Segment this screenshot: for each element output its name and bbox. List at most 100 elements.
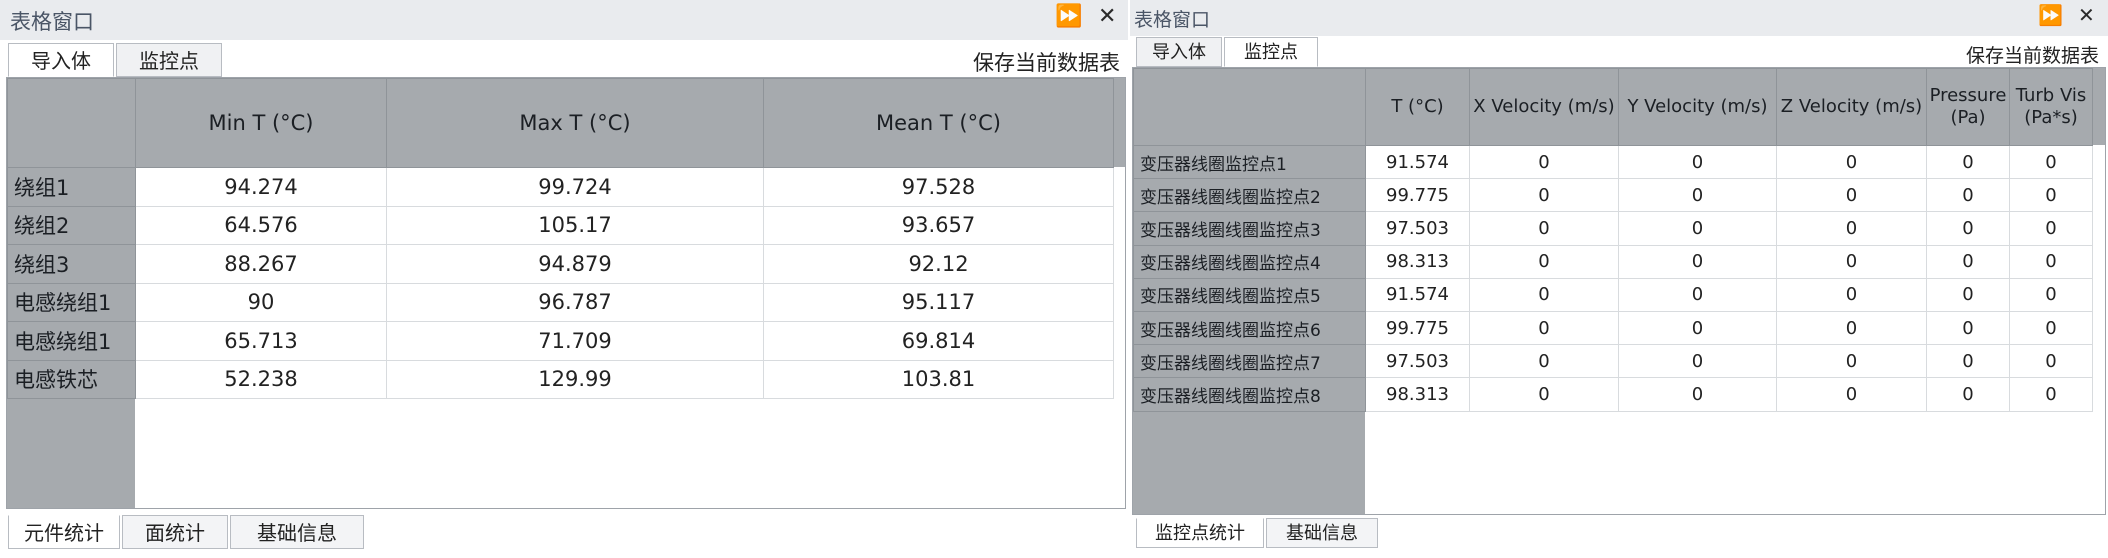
table-row[interactable]: 电感铁芯 52.238 129.99 103.81: [7, 359, 1114, 399]
tab-monitor-points[interactable]: 监控点: [116, 43, 222, 77]
table-cell[interactable]: 99.775: [1365, 178, 1470, 213]
table-row[interactable]: 变压器线圈线圈监控点3 97.503 0 0 0 0 0: [1133, 211, 2093, 246]
table-cell[interactable]: 0: [1926, 211, 2010, 246]
row-header[interactable]: 绕组3: [7, 244, 136, 284]
table-cell[interactable]: 98.313: [1365, 244, 1470, 279]
column-header-pressure[interactable]: Pressure (Pa): [1926, 68, 2010, 146]
table-cell[interactable]: 0: [2009, 377, 2093, 412]
table-cell[interactable]: 0: [2009, 211, 2093, 246]
table-cell[interactable]: 0: [1776, 377, 1927, 412]
table-cell[interactable]: 0: [1776, 310, 1927, 346]
table-cell[interactable]: 0: [1469, 211, 1619, 246]
table-row[interactable]: 绕组3 88.267 94.879 92.12: [7, 244, 1114, 284]
table-cell[interactable]: 0: [2009, 244, 2093, 279]
close-icon[interactable]: ✕: [1098, 4, 1116, 29]
table-cell[interactable]: 97.503: [1365, 211, 1470, 246]
column-header-min-t[interactable]: Min T (°C): [135, 78, 387, 168]
table-cell[interactable]: 64.576: [135, 205, 387, 245]
row-header[interactable]: 变压器线圈线圈监控点2: [1133, 178, 1366, 213]
table-row[interactable]: 变压器线圈线圈监控点6 99.775 0 0 0 0 0: [1133, 310, 2093, 346]
table-cell[interactable]: 0: [1618, 244, 1777, 279]
table-cell[interactable]: 0: [1469, 377, 1619, 412]
table-cell[interactable]: 65.713: [135, 321, 387, 361]
table-row[interactable]: 变压器线圈线圈监控点2 99.775 0 0 0 0 0: [1133, 178, 2093, 213]
table-cell[interactable]: 0: [1618, 310, 1777, 346]
table-cell[interactable]: 69.814: [763, 321, 1114, 361]
table-cell[interactable]: 95.117: [763, 282, 1114, 322]
table-cell[interactable]: 0: [1618, 211, 1777, 246]
table-row[interactable]: 变压器线圈线圈监控点4 98.313 0 0 0 0 0: [1133, 244, 2093, 279]
table-cell[interactable]: 94.274: [135, 167, 387, 207]
table-cell[interactable]: 91.574: [1365, 144, 1470, 180]
row-header[interactable]: 电感绕组1: [7, 321, 136, 361]
table-cell[interactable]: 0: [1926, 178, 2010, 213]
column-header-turb-vis[interactable]: Turb Vis (Pa*s): [2009, 68, 2093, 146]
table-cell[interactable]: 0: [1776, 178, 1927, 213]
table-cell[interactable]: 0: [1926, 244, 2010, 279]
table-cell[interactable]: 0: [1469, 344, 1619, 379]
row-header[interactable]: 变压器线圈线圈监控点8: [1133, 377, 1366, 412]
table-row[interactable]: 绕组2 64.576 105.17 93.657: [7, 205, 1114, 245]
column-header-mean-t[interactable]: Mean T (°C): [763, 78, 1114, 168]
tab-surface-stats[interactable]: 面统计: [122, 515, 228, 549]
table-cell[interactable]: 0: [2009, 178, 2093, 213]
table-cell[interactable]: 0: [1926, 277, 2010, 312]
table-cell[interactable]: 93.657: [763, 205, 1114, 245]
row-header[interactable]: 绕组1: [7, 167, 136, 207]
row-header[interactable]: 变压器线圈线圈监控点4: [1133, 244, 1366, 279]
table-cell[interactable]: 105.17: [386, 205, 764, 245]
table-cell[interactable]: 0: [1469, 277, 1619, 312]
save-table-button[interactable]: 保存当前数据表: [973, 48, 1120, 78]
table-cell[interactable]: 0: [2009, 144, 2093, 180]
table-cell[interactable]: 0: [2009, 277, 2093, 312]
table-cell[interactable]: 88.267: [135, 244, 387, 284]
table-cell[interactable]: 0: [2009, 310, 2093, 346]
table-cell[interactable]: 0: [1926, 310, 2010, 346]
table-cell[interactable]: 0: [1776, 344, 1927, 379]
table-cell[interactable]: 0: [1618, 344, 1777, 379]
tab-basic-info[interactable]: 基础信息: [230, 515, 364, 549]
table-row[interactable]: 变压器线圈线圈监控点8 98.313 0 0 0 0 0: [1133, 377, 2093, 412]
table-cell[interactable]: 97.503: [1365, 344, 1470, 379]
table-cell[interactable]: 0: [2009, 344, 2093, 379]
table-cell[interactable]: 0: [1776, 144, 1927, 180]
table-row[interactable]: 变压器线圈监控点1 91.574 0 0 0 0 0: [1133, 144, 2093, 180]
table-cell[interactable]: 0: [1776, 211, 1927, 246]
table-cell[interactable]: 0: [1469, 178, 1619, 213]
table-cell[interactable]: 52.238: [135, 359, 387, 399]
row-header[interactable]: 电感铁芯: [7, 359, 136, 399]
table-cell[interactable]: 0: [1618, 377, 1777, 412]
close-icon[interactable]: ✕: [2078, 3, 2095, 27]
row-header[interactable]: 变压器线圈线圈监控点3: [1133, 211, 1366, 246]
table-cell[interactable]: 0: [1618, 144, 1777, 180]
table-cell[interactable]: 0: [1926, 377, 2010, 412]
row-header[interactable]: 变压器线圈线圈监控点7: [1133, 344, 1366, 379]
row-header[interactable]: 变压器线圈监控点1: [1133, 144, 1366, 180]
tab-import-body[interactable]: 导入体: [8, 43, 114, 77]
column-header-x-velocity[interactable]: X Velocity (m/s): [1469, 68, 1619, 146]
table-cell[interactable]: 0: [1469, 244, 1619, 279]
tab-import-body[interactable]: 导入体: [1136, 37, 1222, 67]
table-cell[interactable]: 99.724: [386, 167, 764, 207]
table-row[interactable]: 变压器线圈线圈监控点5 91.574 0 0 0 0 0: [1133, 277, 2093, 312]
table-row[interactable]: 电感绕组1 65.713 71.709 69.814: [7, 321, 1114, 361]
table-row[interactable]: 电感绕组1 90 96.787 95.117: [7, 282, 1114, 322]
tab-basic-info[interactable]: 基础信息: [1266, 518, 1378, 548]
table-cell[interactable]: 97.528: [763, 167, 1114, 207]
row-header[interactable]: 绕组2: [7, 205, 136, 245]
table-cell[interactable]: 0: [1618, 277, 1777, 312]
pin-icon[interactable]: ⏩: [1055, 4, 1082, 29]
row-header[interactable]: 变压器线圈线圈监控点5: [1133, 277, 1366, 312]
table-cell[interactable]: 0: [1469, 144, 1619, 180]
column-header-max-t[interactable]: Max T (°C): [386, 78, 764, 168]
table-row[interactable]: 变压器线圈线圈监控点7 97.503 0 0 0 0 0: [1133, 344, 2093, 379]
table-cell[interactable]: 0: [1618, 178, 1777, 213]
tab-monitor-point-stats[interactable]: 监控点统计: [1136, 518, 1264, 548]
table-cell[interactable]: 0: [1776, 244, 1927, 279]
table-cell[interactable]: 96.787: [386, 282, 764, 322]
table-cell[interactable]: 99.775: [1365, 310, 1470, 346]
table-cell[interactable]: 0: [1469, 310, 1619, 346]
column-header-y-velocity[interactable]: Y Velocity (m/s): [1618, 68, 1777, 146]
table-cell[interactable]: 0: [1926, 344, 2010, 379]
table-row[interactable]: 绕组1 94.274 99.724 97.528: [7, 167, 1114, 207]
